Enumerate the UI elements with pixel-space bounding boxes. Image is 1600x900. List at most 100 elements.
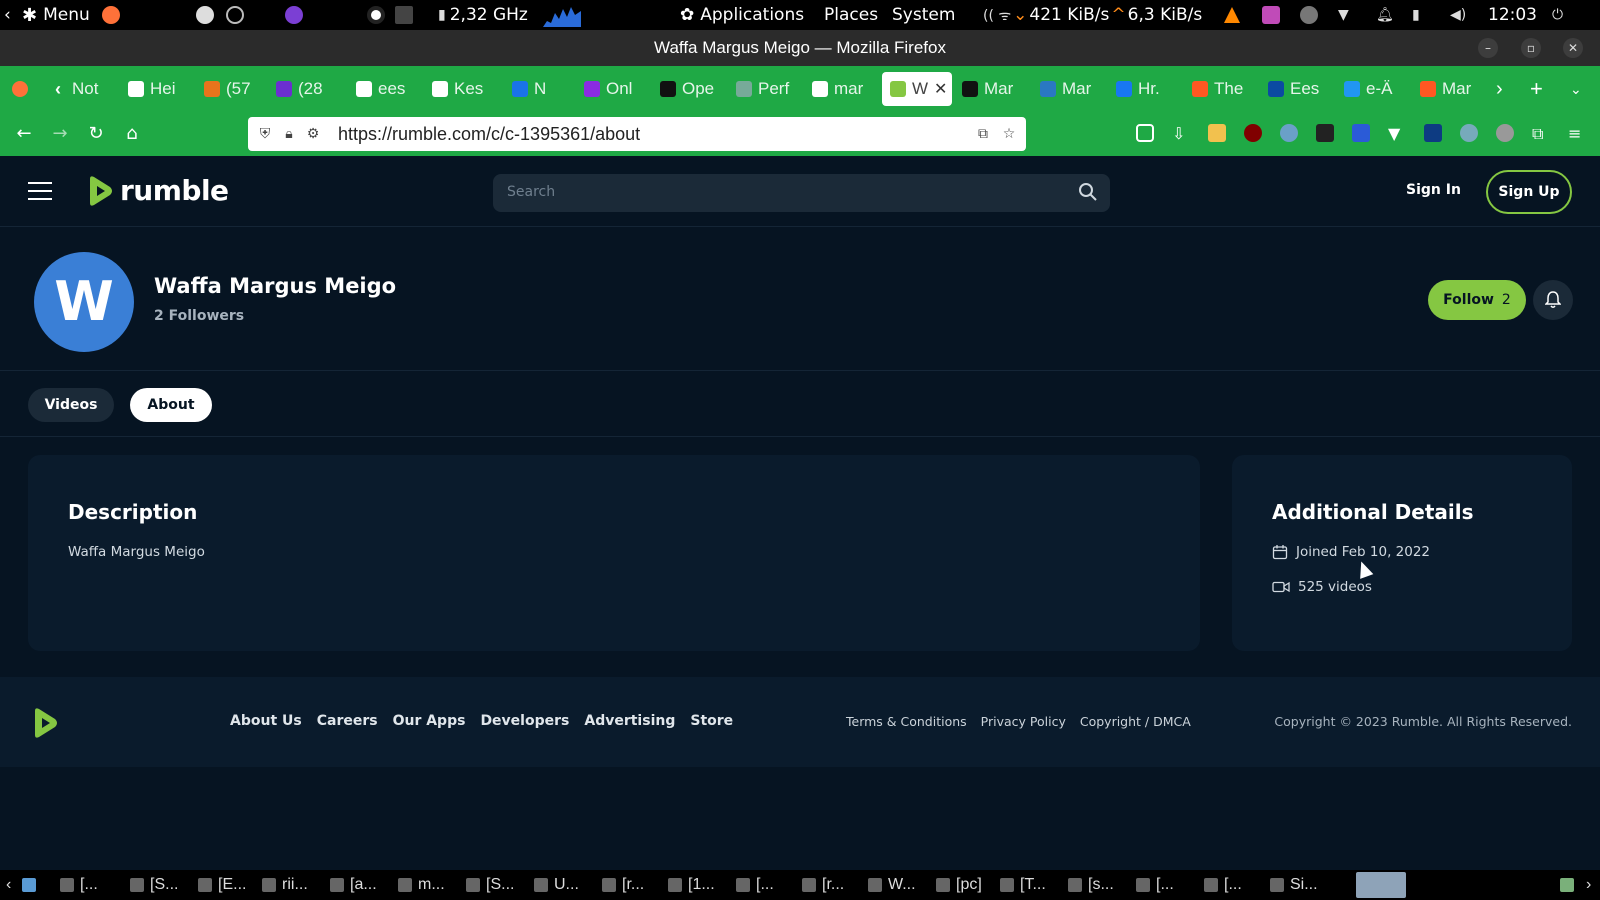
taskbar-window-button[interactable]: U... <box>534 870 579 900</box>
taskbar-window-button[interactable]: [r... <box>602 870 644 900</box>
taskbar-window-button[interactable]: [... <box>1136 870 1174 900</box>
browser-tab[interactable]: Perf <box>736 72 806 106</box>
footer-link-terms[interactable]: Terms & Conditions <box>846 714 967 729</box>
extension-icon-1[interactable] <box>1208 124 1226 142</box>
taskbar-window-button[interactable]: rii... <box>262 870 308 900</box>
sign-in-link[interactable]: Sign In <box>1406 182 1461 198</box>
window-titlebar[interactable]: Waffa Margus Meigo — Mozilla Firefox – ▫… <box>0 30 1600 66</box>
calendar-extension-icon[interactable] <box>1316 124 1334 142</box>
app-menu-icon[interactable]: ≡ <box>1568 124 1586 143</box>
browser-tab[interactable]: e-Ä <box>1344 72 1414 106</box>
tray-app-icon[interactable] <box>1262 0 1280 30</box>
browser-tab[interactable]: Ees <box>1268 72 1338 106</box>
home-button[interactable]: ⌂ <box>120 122 144 146</box>
firefox-view-button[interactable] <box>12 72 28 106</box>
url-bar[interactable]: ⛨ 🔒︎ ⚙︎ https://rumble.com/c/c-1395361/a… <box>248 117 1026 151</box>
forward-button[interactable]: → <box>48 122 72 146</box>
close-tab-icon[interactable]: ✕ <box>934 79 947 99</box>
taskbar-window-button[interactable]: m... <box>398 870 445 900</box>
tray-info-icon[interactable] <box>1300 0 1318 30</box>
terminal-launcher-icon[interactable] <box>395 0 413 30</box>
network-tray-icon[interactable]: ▼ <box>1338 0 1349 30</box>
browser-tab[interactable]: Hei <box>128 72 198 106</box>
browser-tab[interactable]: (57 <box>204 72 274 106</box>
tab-about[interactable]: About <box>130 388 212 422</box>
list-all-tabs-button[interactable]: ⌄ <box>1570 72 1582 106</box>
shield-icon[interactable]: ⛨ <box>256 125 274 143</box>
taskbar-window-button[interactable]: [S... <box>130 870 178 900</box>
firefox-launcher-icon[interactable] <box>102 0 120 30</box>
footer-link-about-us[interactable]: About Us <box>230 713 302 729</box>
browser-tab[interactable]: Kes <box>432 72 502 106</box>
extensions-puzzle-icon[interactable]: ⧉ <box>1532 124 1550 143</box>
applications-menu[interactable]: ✿ Applications <box>680 0 804 30</box>
taskbar-window-button[interactable]: [... <box>60 870 98 900</box>
bookmark-star-icon[interactable]: ☆ <box>1000 125 1018 143</box>
lock-icon[interactable]: 🔒︎ <box>280 125 298 143</box>
tab-videos[interactable]: Videos <box>28 388 114 422</box>
taskbar-window-button[interactable]: W... <box>868 870 916 900</box>
panel-scroll-left[interactable]: ‹ <box>4 0 11 30</box>
browser-tab[interactable]: W ✕ <box>882 72 952 106</box>
reload-button[interactable]: ↻ <box>84 122 108 146</box>
hamburger-menu-icon[interactable] <box>28 182 52 200</box>
sign-up-button[interactable]: Sign Up <box>1486 170 1572 214</box>
footer-rumble-logo-icon[interactable] <box>30 707 60 739</box>
taskbar-window-button[interactable]: [s... <box>1068 870 1114 900</box>
browser-tab[interactable]: The <box>1192 72 1262 106</box>
search-input[interactable]: Search <box>493 174 1110 212</box>
id-extension-icon[interactable] <box>1424 124 1442 142</box>
taskbar-window-button[interactable]: [1... <box>668 870 715 900</box>
url-text[interactable]: https://rumble.com/c/c-1395361/about <box>338 124 640 145</box>
settings-launcher-icon[interactable] <box>226 0 244 30</box>
footer-link-careers[interactable]: Careers <box>317 713 378 729</box>
footer-link-our-apps[interactable]: Our Apps <box>393 713 466 729</box>
extension-icon-4[interactable] <box>1496 124 1514 142</box>
browser-tab[interactable]: Ope <box>660 72 730 106</box>
footer-link-privacy[interactable]: Privacy Policy <box>981 714 1066 729</box>
launcher-a-icon[interactable] <box>196 0 214 30</box>
browser-tab[interactable]: Mar <box>962 72 1032 106</box>
notification-tray-icon[interactable]: 🔔︎ <box>1376 0 1394 30</box>
extension-icon-3[interactable] <box>1352 124 1370 142</box>
taskbar-window-button[interactable]: [pc] <box>936 870 982 900</box>
taskbar-window-button[interactable]: [a... <box>330 870 377 900</box>
taskbar-window-button[interactable]: [... <box>736 870 774 900</box>
taskbar-active-firefox[interactable] <box>1356 872 1406 898</box>
pocket-icon[interactable] <box>1136 124 1154 142</box>
taskbar-window-button[interactable]: Si... <box>1270 870 1318 900</box>
browser-tab[interactable]: Onl <box>584 72 654 106</box>
notification-bell-button[interactable] <box>1533 280 1573 320</box>
tabs-scroll-right-button[interactable]: › <box>1496 72 1503 106</box>
trash-icon[interactable] <box>1560 870 1574 900</box>
back-button[interactable]: ← <box>12 122 36 146</box>
follow-button[interactable]: Follow 2 <box>1428 280 1526 320</box>
downloads-icon[interactable]: ⇩ <box>1172 124 1190 143</box>
opera-launcher-icon[interactable] <box>367 0 385 30</box>
browser-tab[interactable]: (28 <box>276 72 346 106</box>
menu-button[interactable]: ✱ Menu <box>22 0 90 30</box>
translate-icon[interactable]: ⧉ <box>974 125 992 143</box>
footer-link-store[interactable]: Store <box>690 713 733 729</box>
taskbar-window-button[interactable]: [S... <box>466 870 514 900</box>
places-menu[interactable]: Places <box>824 0 878 30</box>
show-desktop-button[interactable] <box>22 870 36 900</box>
ublock-icon[interactable] <box>1244 124 1262 142</box>
globe-extension-icon[interactable] <box>1460 124 1478 142</box>
search-icon[interactable] <box>1078 182 1098 202</box>
browser-tab[interactable]: ‹ Not <box>50 72 120 106</box>
power-icon[interactable]: ⏻ <box>1552 0 1563 30</box>
browser-tab[interactable]: mar <box>812 72 882 106</box>
taskbar-window-button[interactable]: [T... <box>1000 870 1046 900</box>
taskbar-scroll-left[interactable]: ‹ <box>6 870 11 900</box>
vlc-tray-icon[interactable] <box>1224 0 1240 30</box>
battery-tray-icon[interactable]: ▮ <box>1412 0 1420 30</box>
taskbar-window-button[interactable]: [E... <box>198 870 246 900</box>
new-tab-button[interactable]: + <box>1530 72 1543 106</box>
system-menu[interactable]: System <box>892 0 955 30</box>
browser-tab[interactable]: Hr. <box>1116 72 1186 106</box>
browser-tab[interactable]: Mar <box>1040 72 1110 106</box>
browser-tab[interactable]: N <box>512 72 582 106</box>
extension-icon-2[interactable] <box>1280 124 1298 142</box>
taskbar-scroll-right[interactable]: › <box>1586 870 1591 900</box>
